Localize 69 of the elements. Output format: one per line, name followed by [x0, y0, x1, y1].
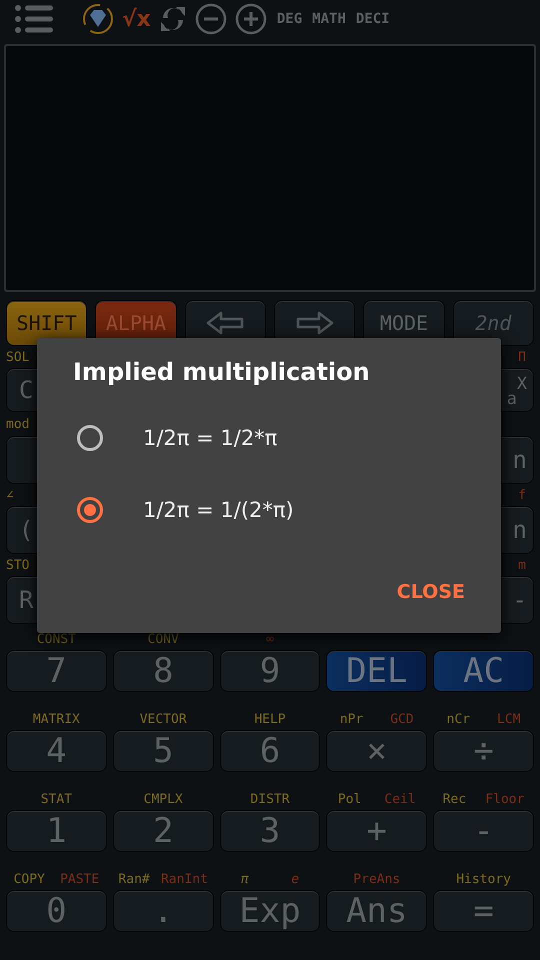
- shift-label: nCr: [446, 712, 470, 726]
- shift-label: Rec: [442, 792, 466, 806]
- calculator-key[interactable]: ÷: [433, 730, 534, 772]
- zoom-out-icon[interactable]: [194, 3, 227, 35]
- alpha-label: m: [518, 558, 526, 572]
- alpha-label: e: [291, 872, 300, 886]
- shift-label: STAT: [40, 792, 72, 806]
- shift-label: Ran#: [118, 872, 150, 886]
- calculator-key[interactable]: 0: [6, 890, 107, 932]
- alpha-label: Ceil: [384, 792, 416, 806]
- alpha-label: f: [518, 488, 526, 502]
- calculator-key[interactable]: =: [433, 890, 534, 932]
- shift-label: Pol: [338, 792, 362, 806]
- calculator-key[interactable]: +: [326, 810, 428, 852]
- shift-label: CONV: [148, 632, 179, 646]
- radio-button[interactable]: [77, 425, 103, 451]
- mode-indicator: MATH: [312, 11, 346, 27]
- radio-button[interactable]: [77, 497, 103, 523]
- calculator-key[interactable]: AC: [433, 650, 534, 692]
- calculator-key[interactable]: -: [433, 810, 534, 852]
- calculator-key[interactable]: Exp: [220, 890, 320, 932]
- calculator-key[interactable]: .: [112, 890, 214, 932]
- alpha-label: ∞: [266, 632, 274, 646]
- dialog-title: Implied multiplication: [73, 358, 371, 386]
- shift-label: DISTR: [250, 792, 290, 806]
- shift-label: COPY: [14, 872, 45, 886]
- calculator-key[interactable]: 1: [6, 810, 107, 852]
- alpha-label: Π: [518, 350, 526, 364]
- calculator-key[interactable]: 3: [220, 810, 320, 852]
- mode-indicator: DECI: [356, 11, 390, 27]
- left-arrow-icon: [205, 311, 246, 335]
- shift-label: CMPLX: [144, 792, 183, 806]
- calculator-key[interactable]: 6: [220, 730, 320, 772]
- alpha-label: Floor: [485, 792, 524, 806]
- calculator-key[interactable]: 7: [6, 650, 107, 692]
- close-button[interactable]: CLOSE: [396, 577, 465, 607]
- calculator-key[interactable]: ×: [326, 730, 428, 772]
- calculator-key[interactable]: 5: [112, 730, 214, 772]
- option-label[interactable]: 1/2π = 1/2*π: [143, 426, 278, 450]
- calculator-key[interactable]: 4: [6, 730, 107, 772]
- right-arrow-icon: [294, 311, 335, 335]
- shift-label: STO: [6, 558, 30, 572]
- shift-label: ∠: [6, 488, 15, 502]
- calculator-key[interactable]: 9: [220, 650, 320, 692]
- shift-label: MATRIX: [32, 712, 80, 726]
- calculator-key[interactable]: 2: [112, 810, 214, 852]
- shift-label: CONST: [36, 632, 76, 646]
- zoom-in-icon[interactable]: [234, 3, 267, 35]
- calculator-key[interactable]: DEL: [326, 650, 428, 692]
- alpha-label: LCM: [497, 712, 521, 726]
- mode-indicator: DEG: [276, 11, 302, 27]
- alpha-label: GCD: [390, 712, 414, 726]
- calculator-key[interactable]: 2nd: [452, 300, 534, 346]
- menu-icon[interactable]: [14, 5, 54, 33]
- calculator-key[interactable]: Ans: [326, 890, 428, 932]
- shift-label: History: [456, 872, 511, 886]
- shift-label: VECTOR: [140, 712, 187, 726]
- shift-label: HELP: [254, 712, 286, 726]
- shift-label: π: [240, 872, 249, 886]
- shift-label: nPr: [340, 712, 364, 726]
- formula-icon[interactable]: √x: [122, 6, 151, 32]
- shift-label: mod: [6, 416, 30, 432]
- refresh-icon[interactable]: [158, 4, 187, 34]
- alpha-label: RanInt: [160, 872, 208, 886]
- alpha-label: PASTE: [60, 872, 100, 886]
- option-label[interactable]: 1/2π = 1/(2*π): [143, 498, 294, 522]
- calculator-key[interactable]: 8: [112, 650, 214, 692]
- shift-label: SOL: [6, 350, 30, 364]
- alpha-label: PreAns: [353, 872, 400, 886]
